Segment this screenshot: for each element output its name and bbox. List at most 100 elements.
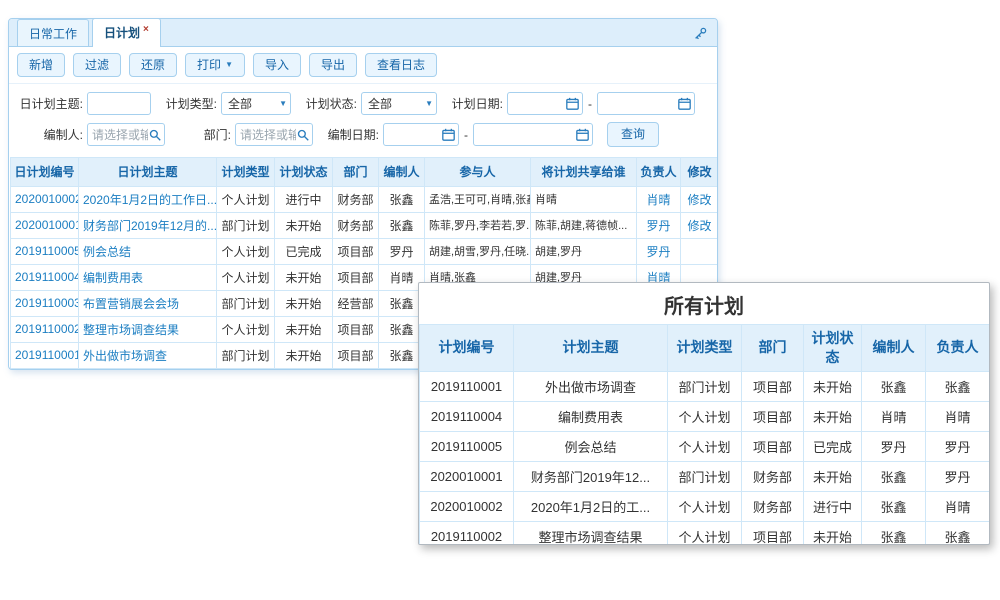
- export-button[interactable]: 导出: [309, 53, 357, 77]
- table-cell: 2019110005: [11, 238, 79, 264]
- column-header[interactable]: 日计划主题: [79, 157, 217, 186]
- table-cell: 项目部: [742, 371, 804, 401]
- status-label: 计划状态:: [303, 95, 357, 112]
- table-cell: 部门计划: [217, 342, 275, 368]
- cell-link[interactable]: 整理市场调查结果: [83, 323, 179, 337]
- calendar-icon[interactable]: [566, 97, 579, 110]
- cell-link[interactable]: 外出做市场调查: [83, 349, 167, 363]
- table-cell: 张鑫: [926, 371, 990, 401]
- table-cell: 张鑫: [862, 371, 926, 401]
- table-cell: 罗丹: [926, 461, 990, 491]
- table-row[interactable]: 20200100022020年1月2日的工作日...个人计划进行中财务部张鑫孟浩…: [11, 186, 719, 212]
- column-header[interactable]: 参与人: [425, 157, 531, 186]
- cell-link[interactable]: 2020年1月2日的工作日...: [83, 193, 217, 207]
- table-cell: 胡建,胡雪,罗丹,任晓...: [425, 238, 531, 264]
- table-cell: 项目部: [333, 342, 379, 368]
- search-icon[interactable]: [149, 129, 161, 141]
- cell-link[interactable]: 2019110005: [15, 244, 79, 258]
- filter-button[interactable]: 过滤: [73, 53, 121, 77]
- cell-link[interactable]: 修改: [687, 193, 711, 207]
- status-select[interactable]: 全部 ▼: [361, 92, 437, 115]
- key-icon[interactable]: [694, 27, 707, 40]
- table-cell: 修改: [681, 212, 719, 238]
- column-header[interactable]: 计划状态: [275, 157, 333, 186]
- table-cell: 部门计划: [668, 371, 742, 401]
- cell-link[interactable]: 罗丹: [646, 245, 670, 259]
- table-cell: 个人计划: [217, 238, 275, 264]
- view-log-button[interactable]: 查看日志: [365, 53, 437, 77]
- table-row[interactable]: 2020010001财务部门2019年12月的...部门计划未开始财务部张鑫陈菲…: [11, 212, 719, 238]
- cell-link[interactable]: 编制费用表: [83, 271, 143, 285]
- table-cell: 整理市场调查结果: [79, 316, 217, 342]
- column-header[interactable]: 修改: [681, 157, 719, 186]
- search-button[interactable]: 查询: [607, 122, 659, 146]
- creator-input[interactable]: [91, 128, 149, 142]
- tab-daily-work[interactable]: 日常工作: [17, 19, 89, 46]
- table-row[interactable]: 2019110005例会总结个人计划已完成项目部罗丹胡建,胡雪,罗丹,任晓...…: [11, 238, 719, 264]
- type-select-value: 全部: [225, 95, 279, 112]
- add-button[interactable]: 新增: [17, 53, 65, 77]
- restore-button[interactable]: 还原: [129, 53, 177, 77]
- column-header[interactable]: 计划类型: [217, 157, 275, 186]
- table-cell: 2020年1月2日的工...: [514, 491, 668, 521]
- table-row: 20200100022020年1月2日的工...个人计划财务部进行中张鑫肖晴: [420, 491, 990, 521]
- table-cell: 财务部: [333, 186, 379, 212]
- cell-link[interactable]: 罗丹: [646, 219, 670, 233]
- column-header: 计划主题: [514, 325, 668, 372]
- table-row: 2019110005例会总结个人计划项目部已完成罗丹罗丹: [420, 431, 990, 461]
- table-cell: 罗丹: [926, 431, 990, 461]
- table-cell: 个人计划: [668, 401, 742, 431]
- status-select-value: 全部: [365, 95, 425, 112]
- print-button-label: 打印: [197, 58, 221, 72]
- dept-input[interactable]: [239, 128, 297, 142]
- cell-link[interactable]: 2019110004: [15, 270, 79, 284]
- table-cell: 罗丹: [637, 212, 681, 238]
- close-icon[interactable]: ×: [143, 24, 149, 35]
- tab-daily-work-label: 日常工作: [29, 25, 77, 42]
- made-date-from-input[interactable]: [387, 128, 442, 142]
- print-button[interactable]: 打印 ▼: [185, 53, 245, 77]
- cell-link[interactable]: 布置营销展会会场: [83, 297, 179, 311]
- column-header[interactable]: 日计划编号: [11, 157, 79, 186]
- column-header[interactable]: 编制人: [379, 157, 425, 186]
- made-date-to-input[interactable]: [477, 128, 576, 142]
- cell-link[interactable]: 修改: [687, 219, 711, 233]
- table-cell: 2020010002: [420, 491, 514, 521]
- search-icon[interactable]: [297, 129, 309, 141]
- table-cell: 未开始: [275, 316, 333, 342]
- cell-link[interactable]: 2019110003: [15, 296, 79, 310]
- table-cell: 个人计划: [217, 316, 275, 342]
- dept-label: 部门:: [177, 126, 231, 143]
- column-header[interactable]: 负责人: [637, 157, 681, 186]
- import-button[interactable]: 导入: [253, 53, 301, 77]
- table-cell: 肖晴: [926, 491, 990, 521]
- table-cell: 2020010002: [11, 186, 79, 212]
- table-cell: 2019110002: [420, 521, 514, 545]
- cell-link[interactable]: 2019110002: [15, 322, 79, 336]
- tab-daily-plan-label: 日计划: [104, 24, 140, 41]
- cell-link[interactable]: 2019110001: [15, 348, 79, 362]
- cell-link[interactable]: 2020010002: [15, 192, 79, 206]
- tab-daily-plan[interactable]: 日计划 ×: [92, 18, 161, 47]
- table-cell: 项目部: [742, 401, 804, 431]
- table-cell: 项目部: [333, 264, 379, 290]
- subject-label: 日计划主题:: [17, 95, 83, 112]
- plan-date-to-input[interactable]: [601, 97, 678, 111]
- column-header[interactable]: 部门: [333, 157, 379, 186]
- subject-input[interactable]: [91, 97, 147, 111]
- cell-link[interactable]: 2020010001: [15, 218, 79, 232]
- cell-link[interactable]: 肖晴: [646, 193, 670, 207]
- table-cell: 2020010001: [11, 212, 79, 238]
- header-row: 日计划编号日计划主题计划类型计划状态部门编制人参与人将计划共享给谁负责人修改: [11, 157, 719, 186]
- type-select[interactable]: 全部 ▼: [221, 92, 291, 115]
- table-cell: 编制费用表: [79, 264, 217, 290]
- calendar-icon[interactable]: [442, 128, 455, 141]
- table-cell: 2019110001: [11, 342, 79, 368]
- column-header[interactable]: 将计划共享给谁: [531, 157, 637, 186]
- calendar-icon[interactable]: [576, 128, 589, 141]
- cell-link[interactable]: 例会总结: [83, 245, 131, 259]
- calendar-icon[interactable]: [678, 97, 691, 110]
- plan-date-from-input[interactable]: [511, 97, 566, 111]
- table-cell: 财务部门2019年12...: [514, 461, 668, 491]
- cell-link[interactable]: 财务部门2019年12月的...: [83, 219, 217, 233]
